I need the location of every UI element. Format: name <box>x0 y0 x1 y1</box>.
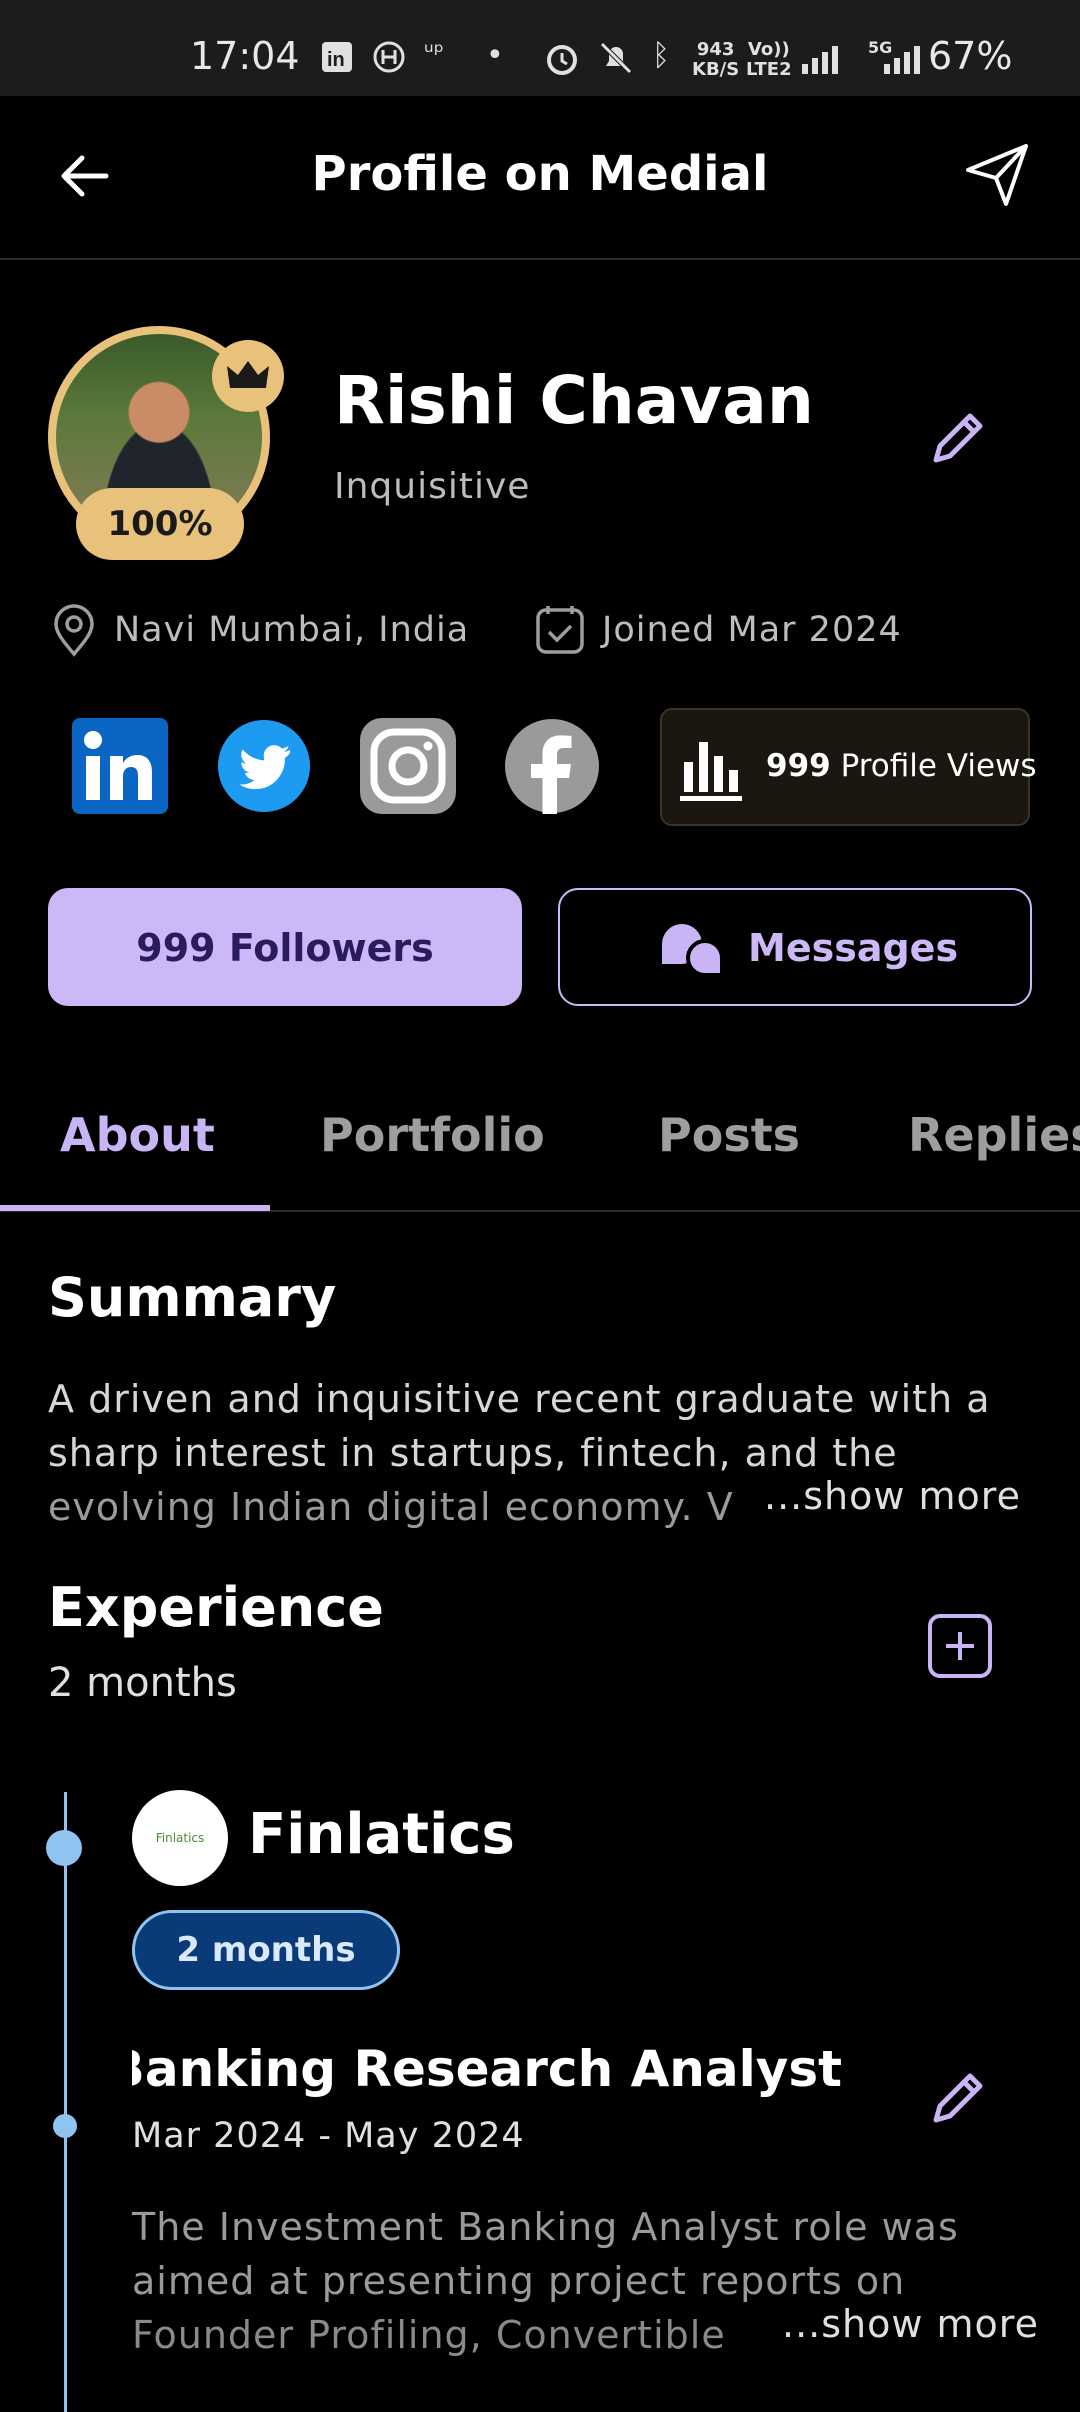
active-tab-indicator <box>0 1205 270 1211</box>
svg-text:in: in <box>327 49 345 71</box>
share-send-icon[interactable] <box>962 140 1032 210</box>
messages-button[interactable]: Messages <box>558 888 1032 1006</box>
edit-profile-pencil-icon[interactable] <box>926 406 990 470</box>
followers-button[interactable]: 999 Followers <box>48 888 522 1006</box>
location-pin-icon <box>54 604 94 657</box>
volte-indicator: Vo)) LTE2 <box>746 39 792 80</box>
experience-show-more[interactable]: ...show more <box>768 2302 1039 2346</box>
profile-completion-badge: 100% <box>76 488 244 560</box>
timeline-dot <box>46 1830 82 1866</box>
location-text: Navi Mumbai, India <box>114 610 470 650</box>
app-bar: Profile on Medial <box>0 96 1080 260</box>
status-time: 17:04 <box>190 34 300 78</box>
twitter-icon[interactable] <box>216 718 312 814</box>
tab-posts[interactable]: Posts <box>658 1108 800 1162</box>
profile-views-count: 999 <box>766 748 831 784</box>
experience-total: 2 months <box>48 1660 237 1706</box>
bluetooth-icon: ᛒ <box>652 38 670 73</box>
linkedin-icon[interactable] <box>72 718 168 814</box>
linkedin-notification-icon: in <box>322 42 352 72</box>
summary-heading: Summary <box>48 1266 337 1329</box>
mute-icon <box>600 42 632 74</box>
chat-bubbles-icon <box>662 924 724 977</box>
tab-portfolio[interactable]: Portfolio <box>320 1108 545 1162</box>
role-title: Investment Banking Research Analyst <box>132 2040 842 2098</box>
upstox-notification-icon: ᵘᵖ <box>424 38 444 66</box>
profile-views-card[interactable]: 999 Profile Views <box>660 708 1037 826</box>
timeline-dot-small <box>53 2114 77 2138</box>
company-name: Finlatics <box>248 1802 515 1867</box>
summary-show-more[interactable]: ...show more <box>750 1474 1021 1518</box>
profile-tagline: Inquisitive <box>334 466 531 507</box>
plus-icon <box>946 1632 974 1660</box>
page-title: Profile on Medial <box>311 146 769 202</box>
alarm-icon <box>547 45 577 75</box>
app-notification-icon <box>373 41 405 73</box>
signal-icon <box>802 46 838 74</box>
duration-badge: 2 months <box>132 1910 400 1990</box>
crown-icon <box>227 361 269 388</box>
profile-name: Rishi Chavan <box>334 362 814 439</box>
add-experience-button[interactable] <box>928 1614 992 1678</box>
facebook-icon[interactable] <box>504 718 600 814</box>
status-bar: 17:04 in ᵘᵖ • ᛒ 943 KB/S Vo)) LTE2 5G 67% <box>0 0 1080 96</box>
more-notifications-dot-icon: • <box>486 38 504 73</box>
edit-experience-pencil-icon[interactable] <box>926 2066 990 2130</box>
experience-timeline <box>64 1792 67 2412</box>
signal-5g-icon <box>884 46 920 74</box>
network-speed: 943 KB/S <box>692 39 740 80</box>
tab-replies[interactable]: Replies <box>908 1108 1080 1162</box>
battery-level: 67% <box>928 34 1013 78</box>
messages-label: Messages <box>748 926 959 970</box>
premium-crown-badge <box>212 340 284 412</box>
instagram-icon[interactable] <box>360 718 456 814</box>
experience-heading: Experience <box>48 1576 384 1639</box>
tab-about[interactable]: About <box>60 1108 215 1162</box>
company-logo: Finlatics <box>132 1790 228 1886</box>
bar-chart-icon <box>680 742 742 801</box>
joined-text: Joined Mar 2024 <box>602 610 902 650</box>
experience-dates: Mar 2024 - May 2024 <box>132 2116 525 2156</box>
calendar-check-icon <box>536 606 584 654</box>
profile-views-label: Profile Views <box>840 748 1037 784</box>
